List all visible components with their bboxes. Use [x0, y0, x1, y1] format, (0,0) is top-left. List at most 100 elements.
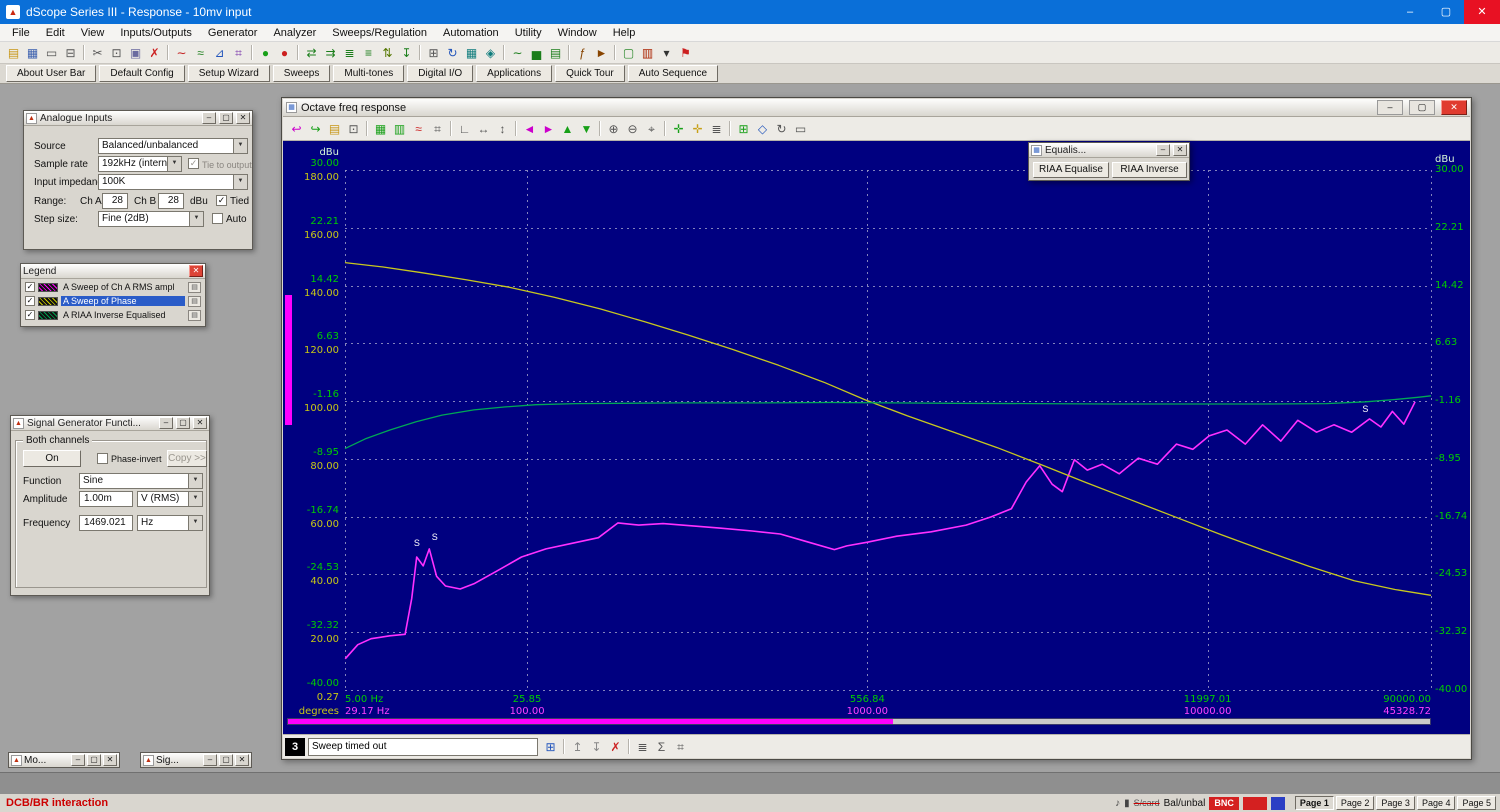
export-csv-icon[interactable]: ▥ [390, 119, 409, 138]
hold-trace-icon[interactable]: ◇ [753, 119, 772, 138]
mini1-restore-button[interactable]: ▢ [87, 754, 101, 766]
fit-x-icon[interactable]: ↔ [474, 119, 493, 138]
frequency-unit-select[interactable]: Hz ▼ [137, 515, 203, 531]
status-message-input[interactable] [308, 738, 538, 756]
analyzer-icon[interactable]: ≈ [191, 43, 210, 62]
save-config-icon[interactable]: ▦ [23, 43, 42, 62]
trace-options-icon[interactable]: ▤ [188, 296, 201, 307]
tied-checkbox[interactable]: ✓ [216, 195, 227, 206]
audio-monitor-icon[interactable]: ♪ [1115, 798, 1120, 809]
equalise-minimize-button[interactable]: – [1156, 144, 1170, 156]
script-icon[interactable]: ƒ [573, 43, 592, 62]
menu-generator[interactable]: Generator [200, 24, 266, 42]
msg-down-icon[interactable]: ↧ [587, 737, 606, 756]
menu-help[interactable]: Help [605, 24, 644, 42]
bar-graph-icon[interactable]: ▅ [527, 43, 546, 62]
dropdown-arrow-icon[interactable]: ▼ [188, 492, 202, 506]
equalise-titlebar[interactable]: ▦ Equalis... – ✕ [1029, 143, 1189, 158]
minimized-window-1[interactable]: ▲ Mo... – ▢ ✕ [8, 752, 120, 768]
amplitude-unit-select[interactable]: V (RMS) ▼ [137, 491, 203, 507]
sync-icon[interactable]: ↻ [443, 43, 462, 62]
menu-analyzer[interactable]: Analyzer [265, 24, 324, 42]
analogue-inputs-maximize-button[interactable]: ▢ [219, 112, 233, 124]
tie-to-output-checkbox[interactable]: ✓ [188, 158, 199, 169]
grid-icon[interactable]: ▦ [462, 43, 481, 62]
table-view-icon[interactable]: ▦ [371, 119, 390, 138]
analogue-inputs-minimize-button[interactable]: – [202, 112, 216, 124]
graph-settings-icon[interactable]: ⌗ [428, 119, 447, 138]
minimize-button[interactable]: – [1392, 0, 1428, 24]
page-button-4[interactable]: Page 4 [1417, 796, 1456, 810]
export-trace-icon[interactable]: ▤ [325, 119, 344, 138]
equalise-close-button[interactable]: ✕ [1173, 144, 1187, 156]
regulation-icon[interactable]: ⇅ [378, 43, 397, 62]
cursor-right-icon[interactable]: ► [539, 119, 558, 138]
minimized-window-2[interactable]: ▲ Sig... – ▢ ✕ [140, 752, 252, 768]
add-graph-icon[interactable]: ⊞ [734, 119, 753, 138]
menu-view[interactable]: View [73, 24, 113, 42]
source-select[interactable]: Balanced/unbalanced ▼ [98, 138, 248, 154]
menu-inputs-outputs[interactable]: Inputs/Outputs [112, 24, 200, 42]
auto-checkbox[interactable] [212, 213, 223, 224]
trace-options-icon[interactable]: ▤ [188, 282, 201, 293]
legend-close-button[interactable]: ✕ [189, 265, 203, 277]
legend-checkbox[interactable]: ✓ [25, 310, 35, 320]
fit-y-icon[interactable]: ↕ [493, 119, 512, 138]
fft-icon[interactable]: ⌗ [229, 43, 248, 62]
cursor-left-icon[interactable]: ◄ [520, 119, 539, 138]
dropdown-arrow-icon[interactable]: ▼ [167, 157, 181, 171]
impedance-select[interactable]: 100K ▼ [98, 174, 248, 190]
signal-generator-titlebar[interactable]: ▲ Signal Generator Functi... – ▢ ✕ [11, 416, 209, 431]
ch-a-range-input[interactable]: 28 [102, 193, 128, 209]
tile-windows-icon[interactable]: ▢ [619, 43, 638, 62]
legend-checkbox[interactable]: ✓ [25, 296, 35, 306]
siggen-close-button[interactable]: ✕ [193, 417, 207, 429]
userbar-tab-default-config[interactable]: Default Config [99, 65, 184, 82]
reference-icon[interactable]: ◈ [481, 43, 500, 62]
copy-icon[interactable]: ⊡ [107, 43, 126, 62]
dropdown-arrow-icon[interactable]: ▼ [188, 516, 202, 530]
legend-row[interactable]: ✓A RIAA Inverse Equalised▤ [22, 308, 204, 322]
list-icon[interactable]: ≣ [633, 737, 652, 756]
overlay-icon[interactable]: ✛ [688, 119, 707, 138]
cursor-down-icon[interactable]: ▼ [577, 119, 596, 138]
print-graph-icon[interactable]: ▭ [791, 119, 810, 138]
userbar-tab-auto-sequence[interactable]: Auto Sequence [628, 65, 718, 82]
trace-undo-icon[interactable]: ↩ [287, 119, 306, 138]
trace-icon[interactable]: ∼ [508, 43, 527, 62]
sigma-icon[interactable]: Σ [652, 737, 671, 756]
userbar-tab-sweeps[interactable]: Sweeps [273, 65, 331, 82]
msg-up-icon[interactable]: ↥ [568, 737, 587, 756]
menu-sweeps-regulation[interactable]: Sweeps/Regulation [324, 24, 435, 42]
menu-file[interactable]: File [4, 24, 38, 42]
menu-edit[interactable]: Edit [38, 24, 73, 42]
amplitude-input[interactable]: 1.00m [79, 491, 133, 507]
siggen-maximize-button[interactable]: ▢ [176, 417, 190, 429]
userbar-tab-applications[interactable]: Applications [476, 65, 552, 82]
analogue-inputs-titlebar[interactable]: ▲ Analogue Inputs – ▢ ✕ [24, 111, 252, 126]
siggen-minimize-button[interactable]: – [159, 417, 173, 429]
zoom-in-icon[interactable]: ⊕ [604, 119, 623, 138]
legend-titlebar[interactable]: Legend ✕ [21, 264, 205, 279]
scope-icon[interactable]: ⊿ [210, 43, 229, 62]
legend-row[interactable]: ✓A Sweep of Phase▤ [22, 294, 204, 308]
page-button-3[interactable]: Page 3 [1376, 796, 1415, 810]
delete-icon[interactable]: ✗ [145, 43, 164, 62]
generator-icon[interactable]: ∼ [172, 43, 191, 62]
dropdown-arrow-icon[interactable]: ▼ [188, 474, 202, 488]
data-table-icon[interactable]: ▤ [546, 43, 565, 62]
legend-checkbox[interactable]: ✓ [25, 282, 35, 292]
copy-window-icon[interactable]: ⊟ [61, 43, 80, 62]
userbar-tab-setup-wizard[interactable]: Setup Wizard [188, 65, 270, 82]
chart-minimize-button[interactable]: – [1377, 100, 1403, 115]
sample-rate-select[interactable]: 192kHz (internal) ▼ [98, 156, 182, 172]
print-icon[interactable]: ▭ [42, 43, 61, 62]
dropdown-arrow-icon[interactable]: ▼ [189, 212, 203, 226]
menu-automation[interactable]: Automation [435, 24, 507, 42]
userbar-tab-multi-tones[interactable]: Multi-tones [333, 65, 404, 82]
clear-log-icon[interactable]: ✗ [606, 737, 625, 756]
dropdown-arrow-icon[interactable]: ▼ [233, 139, 247, 153]
chart-titlebar[interactable]: ▦ Octave freq response – ▢ ✕ [283, 99, 1470, 117]
digital-io-icon[interactable]: ⊞ [424, 43, 443, 62]
refresh-graph-icon[interactable]: ↻ [772, 119, 791, 138]
